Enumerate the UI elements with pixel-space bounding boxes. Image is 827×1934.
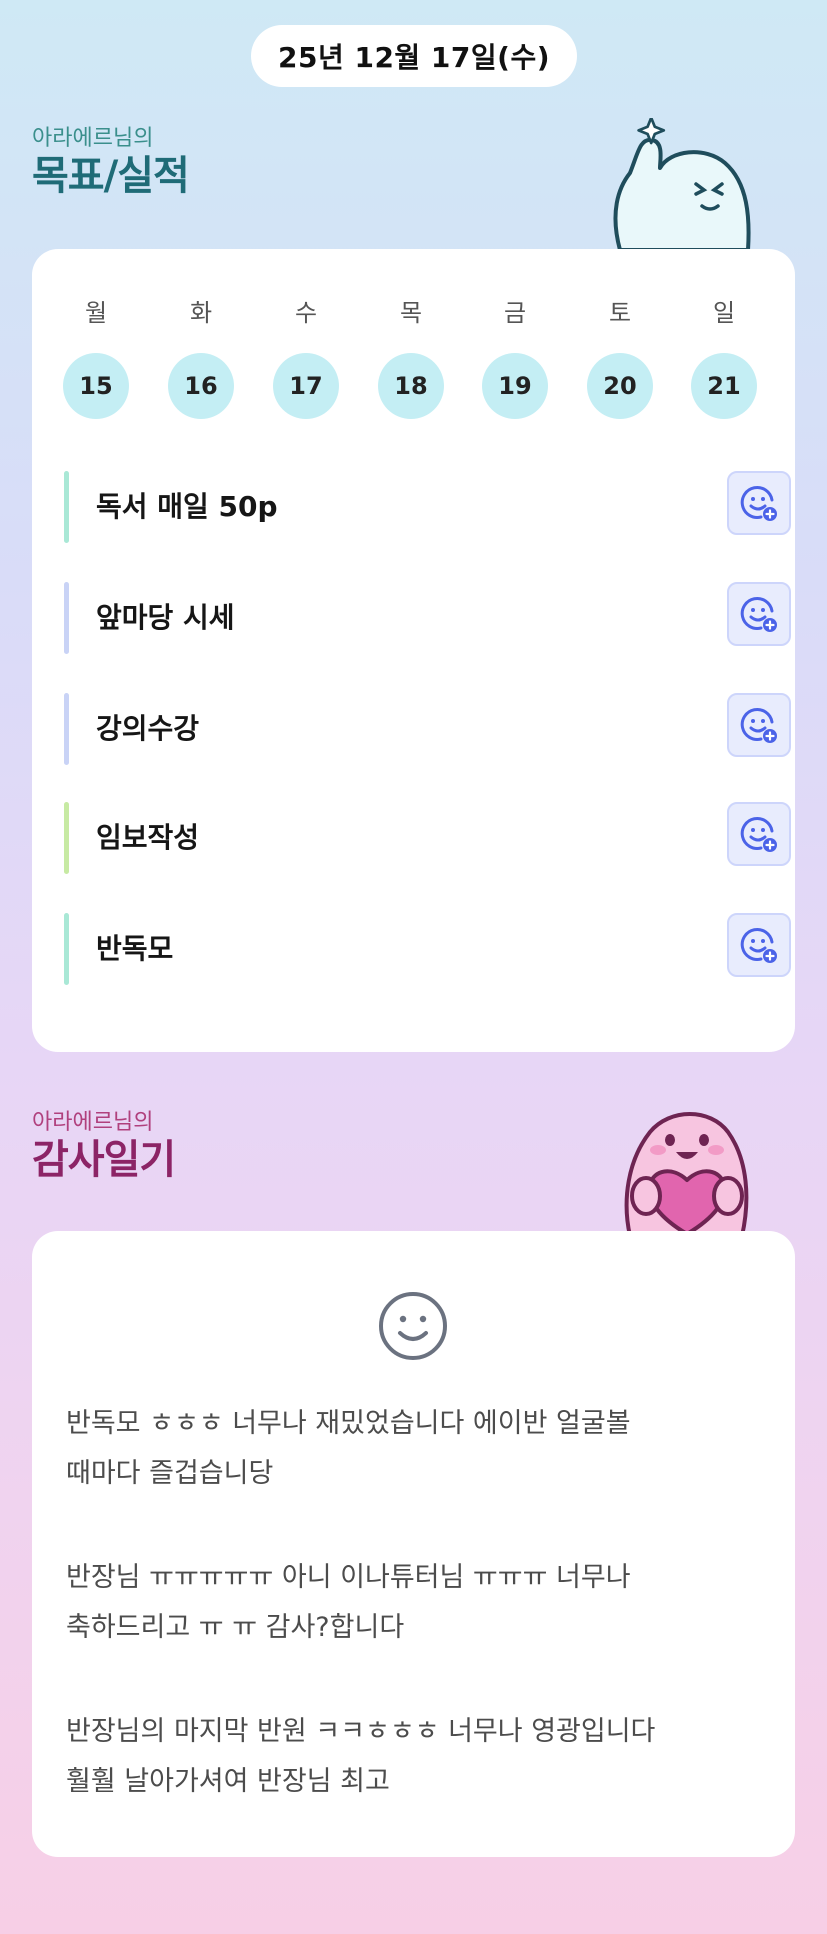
gratitude-line: 반장님의 마지막 반원 ㅋㅋㅎㅎㅎ 너무나 영광입니다 (66, 1716, 656, 1747)
day-mon[interactable]: 월 15 (61, 297, 131, 419)
gratitude-card: 반독모 ㅎㅎㅎ 너무나 재밌었습니다 에이반 얼굴볼 때마다 즐겁습니당 반장님… (32, 1231, 795, 1857)
day-wed[interactable]: 수 17 (271, 297, 341, 419)
gratitude-line: 때마다 즐겁습니당 (66, 1458, 274, 1489)
day-tue[interactable]: 화 16 (166, 297, 236, 419)
day-fri[interactable]: 금 19 (480, 297, 550, 419)
goal-color-bar (64, 913, 69, 985)
week-calendar: 월 15 화 16 수 17 목 18 금 19 토 20 일 21 (32, 297, 795, 427)
gratitude-entry: 반장님 ㅠㅠㅠㅠㅠ 아니 이나튜터님 ㅠㅠㅠ 너무나 축하드리고 ㅠ ㅠ 감사?… (66, 1553, 766, 1653)
day-label: 목 (399, 299, 423, 327)
day-sat[interactable]: 토 20 (585, 297, 655, 419)
goal-text: 임보작성 (96, 821, 200, 854)
day-number[interactable]: 21 (691, 353, 757, 419)
day-number[interactable]: 16 (168, 353, 234, 419)
goal-color-bar (64, 582, 69, 654)
goal-react-button[interactable] (727, 693, 791, 757)
goals-title: 목표/실적 (32, 153, 190, 199)
goal-color-bar (64, 471, 69, 543)
smiley-icon[interactable] (376, 1289, 450, 1363)
goal-text: 앞마당 시세 (96, 601, 235, 634)
day-number[interactable]: 20 (587, 353, 653, 419)
gratitude-subtitle: 아라에르님의 (32, 1110, 154, 1135)
goal-text: 반독모 (96, 932, 174, 965)
goals-section-header: 아라에르님의 목표/실적 (32, 126, 190, 200)
day-label: 수 (294, 299, 318, 327)
day-number[interactable]: 19 (482, 353, 548, 419)
gratitude-line: 축하드리고 ㅠ ㅠ 감사?합니다 (66, 1612, 405, 1643)
goal-color-bar (64, 802, 69, 874)
day-label: 화 (189, 299, 213, 327)
goal-item: 임보작성 (64, 802, 791, 874)
day-number[interactable]: 17 (273, 353, 339, 419)
date-pill[interactable]: 25년 12월 17일(수) (251, 25, 577, 87)
goal-text: 강의수강 (96, 712, 200, 745)
goal-react-button[interactable] (727, 471, 791, 535)
goal-color-bar (64, 693, 69, 765)
goal-item: 독서 매일 50p (64, 471, 791, 543)
smiley-plus-icon (740, 486, 777, 521)
day-label: 금 (503, 299, 527, 327)
day-thu[interactable]: 목 18 (376, 297, 446, 419)
goal-item: 반독모 (64, 913, 791, 985)
day-number[interactable]: 15 (63, 353, 129, 419)
day-label: 월 (84, 299, 108, 327)
smiley-plus-icon (740, 928, 777, 963)
goal-react-button[interactable] (727, 582, 791, 646)
gratitude-line: 반장님 ㅠㅠㅠㅠㅠ 아니 이나튜터님 ㅠㅠㅠ 너무나 (66, 1562, 631, 1593)
smiley-plus-icon (740, 708, 777, 743)
gratitude-section-header: 아라에르님의 감사일기 (32, 1110, 176, 1184)
gratitude-line: 반독모 ㅎㅎㅎ 너무나 재밌었습니다 에이반 얼굴볼 (66, 1408, 631, 1439)
goals-card: 월 15 화 16 수 17 목 18 금 19 토 20 일 21 독서 매일 (32, 249, 795, 1052)
goal-react-button[interactable] (727, 913, 791, 977)
goal-item: 강의수강 (64, 693, 791, 765)
smiley-plus-icon (740, 817, 777, 852)
smiley-plus-icon (740, 597, 777, 632)
goals-subtitle: 아라에르님의 (32, 126, 154, 151)
goal-item: 앞마당 시세 (64, 582, 791, 654)
gratitude-entry: 반독모 ㅎㅎㅎ 너무나 재밌었습니다 에이반 얼굴볼 때마다 즐겁습니당 (66, 1399, 766, 1499)
gratitude-line: 훨훨 날아가셔여 반장님 최고 (66, 1766, 390, 1797)
day-sun[interactable]: 일 21 (689, 297, 759, 419)
goal-react-button[interactable] (727, 802, 791, 866)
day-label: 일 (712, 299, 736, 327)
gratitude-entry: 반장님의 마지막 반원 ㅋㅋㅎㅎㅎ 너무나 영광입니다 훨훨 날아가셔여 반장님… (66, 1707, 766, 1807)
day-label: 토 (608, 299, 632, 327)
day-number[interactable]: 18 (378, 353, 444, 419)
gratitude-title: 감사일기 (32, 1137, 176, 1183)
date-label: 25년 12월 17일(수) (277, 41, 551, 74)
ghost-mascot-icon (613, 118, 751, 250)
heart-mascot-icon (624, 1112, 749, 1236)
goal-text: 독서 매일 50p (96, 490, 278, 523)
